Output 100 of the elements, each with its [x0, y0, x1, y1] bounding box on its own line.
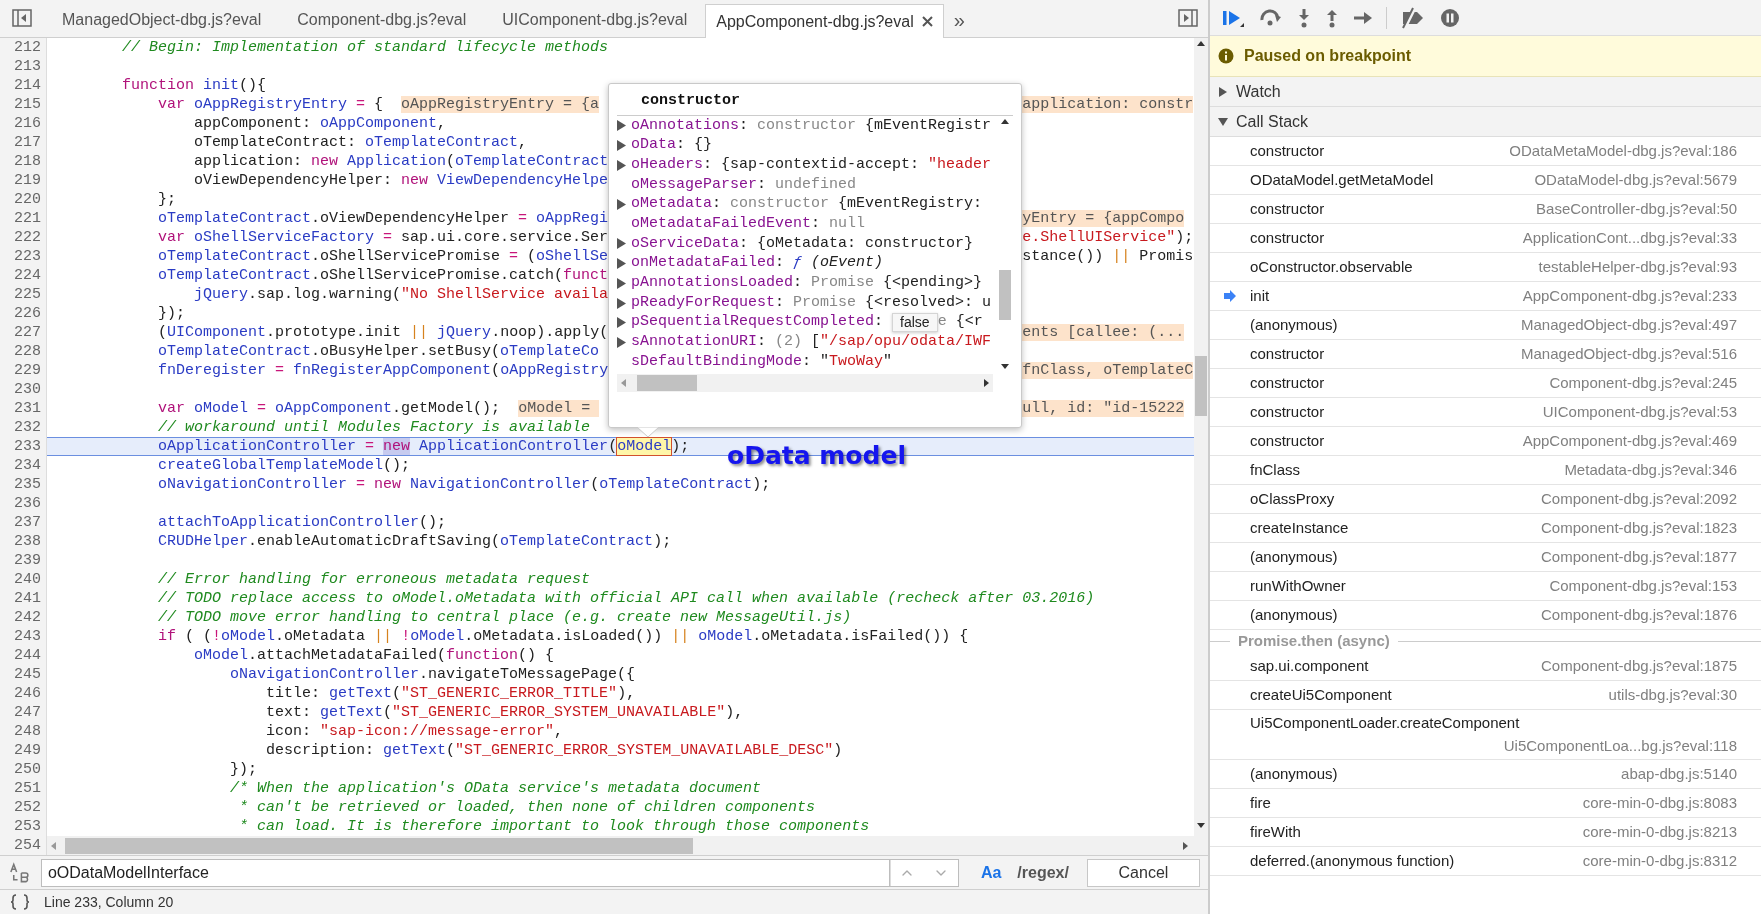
file-tab[interactable]: ManagedObject-dbg.js?eval	[44, 3, 280, 37]
source-location[interactable]: Component-dbg.js?eval:1823	[1541, 516, 1737, 540]
source-location[interactable]: ODataMetaModel-dbg.js?eval:186	[1509, 139, 1737, 163]
call-stack-row[interactable]: runWithOwner Component-dbg.js?eval:153	[1210, 572, 1761, 601]
match-case-button[interactable]: Aa	[980, 860, 1002, 885]
source-location[interactable]: Component-dbg.js?eval:245	[1549, 371, 1737, 395]
tab-label: UIComponent-dbg.js?eval	[502, 10, 688, 30]
call-stack-row[interactable]: createInstance Component-dbg.js?eval:1823	[1210, 514, 1761, 543]
source-location[interactable]: core-min-0-dbg.js:8213	[1582, 820, 1737, 844]
function-name: init	[1250, 285, 1270, 306]
source-location[interactable]: Metadata-dbg.js?eval:346	[1564, 458, 1737, 482]
source-location[interactable]: Component-dbg.js?eval:1875	[1541, 654, 1737, 678]
expand-triangle-icon[interactable]	[617, 336, 626, 348]
expand-triangle-icon[interactable]	[617, 159, 626, 171]
section-header[interactable]: Watch	[1210, 77, 1761, 107]
file-tab[interactable]: AppComponent-dbg.js?eval	[705, 4, 944, 38]
source-location[interactable]: core-min-0-dbg.js:8312	[1582, 849, 1737, 873]
source-location[interactable]: BaseController-dbg.js?eval:50	[1536, 197, 1737, 221]
call-stack-row[interactable]: oClassProxy Component-dbg.js?eval:2092	[1210, 485, 1761, 514]
expand-triangle-icon[interactable]	[1218, 86, 1228, 97]
source-location[interactable]: Component-dbg.js?eval:2092	[1541, 487, 1737, 511]
source-location[interactable]: Component-dbg.js?eval:153	[1549, 574, 1737, 598]
expand-triangle-icon[interactable]	[617, 120, 626, 132]
line-number: 245	[14, 666, 41, 683]
call-stack-row[interactable]: (anonymous) Component-dbg.js?eval:1876	[1210, 601, 1761, 630]
horizontal-scrollbar-thumb[interactable]	[65, 837, 693, 854]
source-location[interactable]: UIComponent-dbg.js?eval:53	[1542, 400, 1737, 424]
source-location[interactable]: AppComponent-dbg.js?eval:469	[1522, 429, 1737, 453]
call-stack-row[interactable]: fire core-min-0-dbg.js:8083	[1210, 789, 1761, 818]
call-stack-row[interactable]: ODataModel.getMetaModel ODataModel-dbg.js?eval:5679	[1210, 166, 1761, 195]
function-name: constructor	[1250, 430, 1325, 451]
code-text: });	[157, 305, 186, 322]
call-stack-row[interactable]: Ui5ComponentLoader.createComponent Ui5ComponentLoa...bg.js?eval:118	[1210, 710, 1761, 760]
call-stack-row[interactable]: constructor ODataMetaModel-dbg.js?eval:186	[1210, 137, 1761, 166]
horizontal-scrollbar-thumb[interactable]	[637, 374, 697, 391]
search-field[interactable]: oODataModelInterface	[40, 858, 890, 887]
source-location[interactable]: Component-dbg.js?eval:1877	[1541, 545, 1737, 569]
pause-on-exceptions-icon[interactable]	[1439, 6, 1461, 29]
source-location[interactable]: testableHelper-dbg.js?eval:93	[1538, 255, 1737, 279]
call-stack-row[interactable]: oConstructor.observable testableHelper-dbg.js?eval:93	[1210, 253, 1761, 282]
expand-triangle-icon[interactable]	[617, 199, 626, 211]
call-stack-row[interactable]: (anonymous) Component-dbg.js?eval:1877	[1210, 543, 1761, 572]
call-stack-row[interactable]: constructor AppComponent-dbg.js?eval:469	[1210, 427, 1761, 456]
source-location[interactable]: ManagedObject-dbg.js?eval:516	[1521, 342, 1737, 366]
property-text: oData: {}	[631, 135, 713, 156]
call-stack-row[interactable]: (anonymous) ManagedObject-dbg.js?eval:497	[1210, 311, 1761, 340]
call-stack-row[interactable]: init AppComponent-dbg.js?eval:233	[1210, 282, 1761, 311]
source-location[interactable]: core-min-0-dbg.js:8083	[1582, 791, 1737, 815]
property-text: sAnnotationURI: (2) ["/sap/opu/odata/IWF	[631, 332, 992, 353]
property-text: oAnnotations: constructor {mEventRegistr	[631, 116, 992, 136]
code-text: // TODO replace access to oModel.oMetadata with official API call when available (recheck after 03.2016)	[157, 590, 1095, 607]
panel-toggle-icon[interactable]	[1178, 9, 1198, 27]
call-stack-row[interactable]: constructor BaseController-dbg.js?eval:50	[1210, 195, 1761, 224]
code-text: function init(){	[121, 77, 267, 94]
file-tab[interactable]: UIComponent-dbg.js?eval	[484, 3, 706, 37]
panel-toggle-icon[interactable]	[12, 9, 32, 27]
vertical-scrollbar-thumb[interactable]	[1195, 356, 1207, 416]
call-stack-row[interactable]: constructor UIComponent-dbg.js?eval:53	[1210, 398, 1761, 427]
line-number: 212	[14, 39, 41, 56]
source-location[interactable]: utils-dbg.js?eval:30	[1608, 683, 1737, 707]
inline-value: application: constr	[1022, 96, 1194, 113]
call-stack-row[interactable]: (anonymous) abap-dbg.js:5140	[1210, 760, 1761, 789]
expand-triangle-icon[interactable]	[617, 277, 626, 289]
call-stack-row[interactable]: constructor ApplicationCont...dbg.js?eval:33	[1210, 224, 1761, 253]
call-stack-row[interactable]: deferred.(anonymous function) core-min-0-dbg.js:8312	[1210, 847, 1761, 876]
popover-title: constructor	[641, 91, 741, 112]
pretty-print-icon[interactable]	[10, 894, 30, 910]
call-stack-row[interactable]: createUi5Component utils-dbg.js?eval:30	[1210, 681, 1761, 710]
expand-triangle-icon[interactable]	[617, 297, 626, 309]
code-text: oNavigationController.navigateToMessagePage({	[229, 666, 636, 683]
source-location[interactable]: ApplicationCont...dbg.js?eval:33	[1522, 226, 1737, 250]
call-stack-row[interactable]: constructor Component-dbg.js?eval:245	[1210, 369, 1761, 398]
section-title: Watch	[1236, 81, 1281, 102]
source-location[interactable]: Ui5ComponentLoa...bg.js?eval:118	[1503, 734, 1737, 757]
code-text: description: getText("ST_GENERIC_ERROR_SYSTEM_UNAVAILABLE_DESC")	[265, 742, 843, 759]
call-stack-row[interactable]: fireWith core-min-0-dbg.js:8213	[1210, 818, 1761, 847]
property-text: oMessageParser: undefined	[631, 174, 857, 195]
cancel-button[interactable]: Cancel	[1086, 858, 1200, 887]
function-name: constructor	[1250, 372, 1325, 393]
regex-button[interactable]: /regex/	[1017, 860, 1069, 885]
source-location[interactable]: abap-dbg.js:5140	[1621, 762, 1737, 786]
call-stack-row[interactable]: fnClass Metadata-dbg.js?eval:346	[1210, 456, 1761, 485]
vertical-scrollbar-thumb[interactable]	[999, 270, 1011, 320]
expand-triangle-icon[interactable]	[617, 140, 626, 152]
expand-triangle-icon[interactable]	[617, 317, 626, 329]
collapse-triangle-icon[interactable]	[1218, 116, 1228, 127]
line-number: 253	[14, 818, 41, 835]
source-location[interactable]: ODataModel-dbg.js?eval:5679	[1534, 168, 1737, 192]
call-stack-row[interactable]: constructor ManagedObject-dbg.js?eval:516	[1210, 340, 1761, 369]
section-header[interactable]: Call Stack	[1210, 107, 1761, 137]
expand-triangle-icon[interactable]	[617, 238, 626, 250]
source-location[interactable]: AppComponent-dbg.js?eval:233	[1522, 284, 1737, 308]
expand-triangle-icon[interactable]	[617, 258, 626, 270]
code-text: oApplicationController = new ApplicationController(oModel);	[157, 438, 690, 455]
source-location[interactable]: Component-dbg.js?eval:1876	[1541, 603, 1737, 627]
source-location[interactable]: ManagedObject-dbg.js?eval:497	[1521, 313, 1737, 337]
call-stack-row[interactable]: sap.ui.component Component-dbg.js?eval:1875	[1210, 652, 1761, 681]
close-icon[interactable]	[921, 16, 933, 27]
more-tabs-button[interactable]: »	[943, 3, 975, 37]
file-tab[interactable]: Component-dbg.js?eval	[279, 3, 485, 37]
